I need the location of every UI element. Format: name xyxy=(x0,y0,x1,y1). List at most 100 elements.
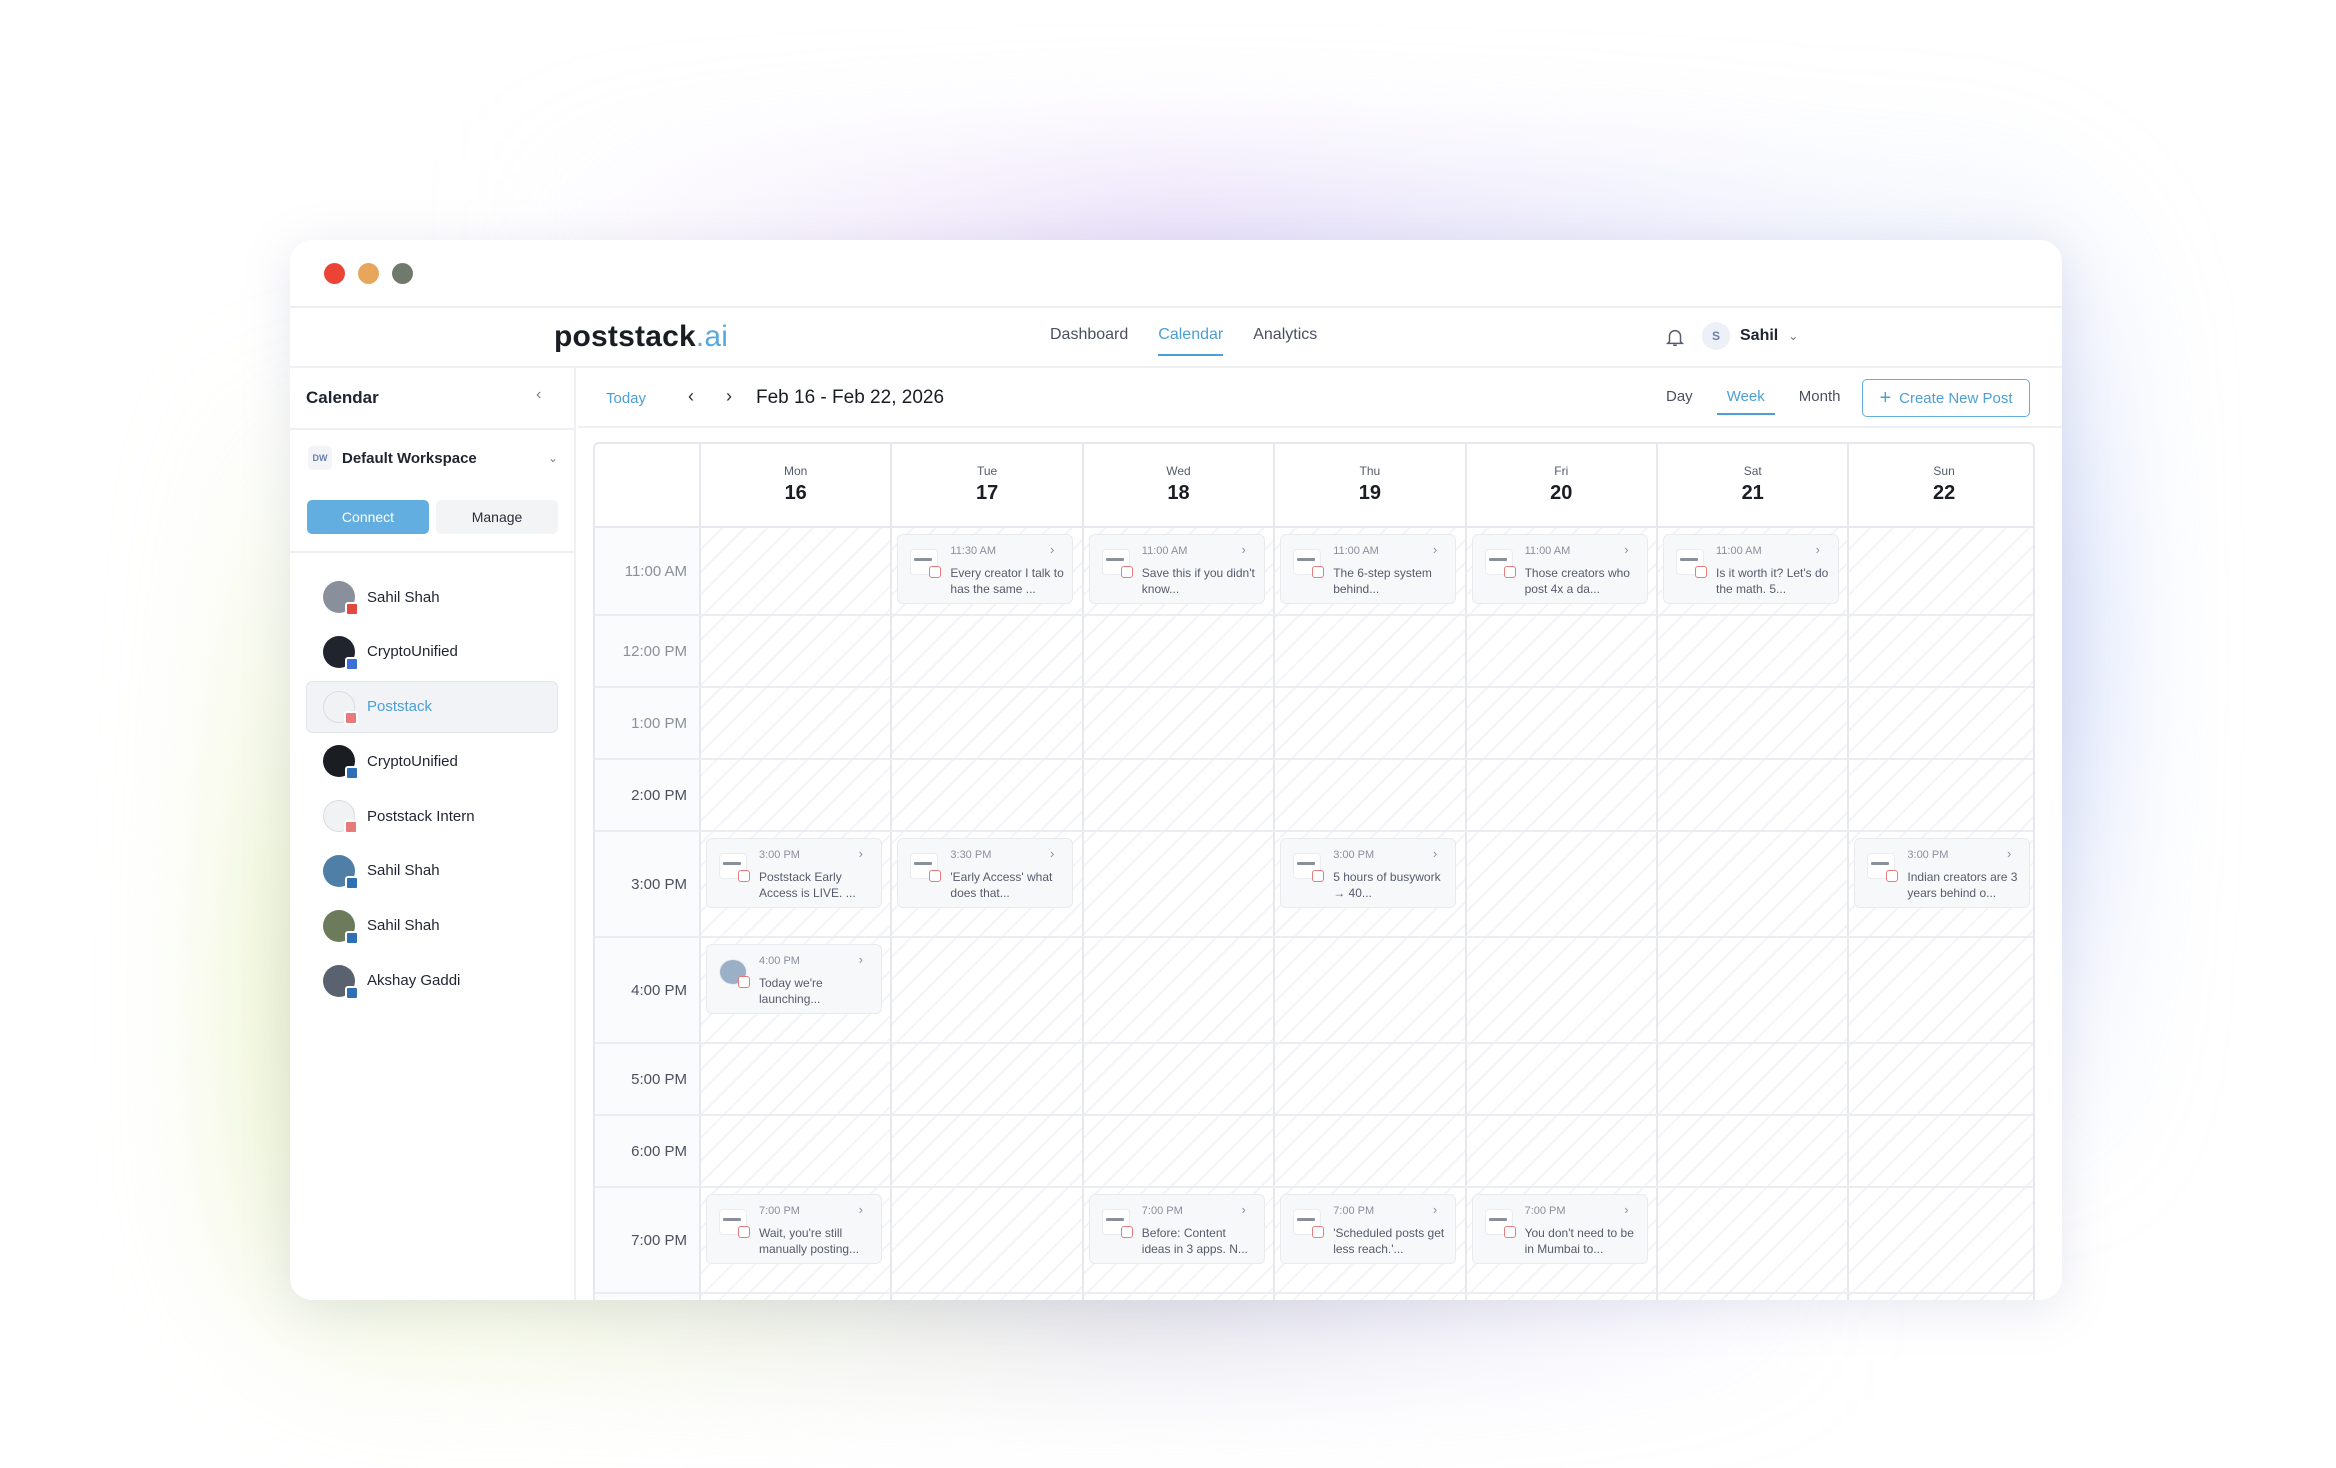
chevron-right-icon[interactable]: › xyxy=(1433,1202,1437,1217)
chevron-right-icon[interactable]: › xyxy=(859,1202,863,1217)
chevron-right-icon[interactable]: › xyxy=(1433,846,1437,861)
chevron-right-icon[interactable]: › xyxy=(1624,542,1628,557)
account-item[interactable]: Poststack Intern xyxy=(306,790,558,842)
post-thumbnail xyxy=(719,853,750,882)
collapse-sidebar-icon[interactable]: ‹ xyxy=(536,386,541,404)
account-item[interactable]: CryptoUnified xyxy=(306,626,558,678)
chevron-right-icon[interactable]: › xyxy=(1433,542,1437,557)
create-post-button[interactable]: + Create New Post xyxy=(1862,379,2030,417)
post-thumbnail xyxy=(1676,549,1707,578)
day-header: Wed 18 xyxy=(1081,444,1273,528)
post-card[interactable]: 11:00 AM › Is it worth it? Let's do the ma… xyxy=(1663,534,1839,604)
view-week[interactable]: Week xyxy=(1716,388,1775,415)
nav-analytics[interactable]: Analytics xyxy=(1253,326,1317,356)
post-thumbnail xyxy=(1101,549,1133,578)
chevron-right-icon[interactable]: › xyxy=(1241,542,1245,557)
today-button[interactable]: Today xyxy=(606,390,646,407)
brand-logo[interactable]: poststack.ai xyxy=(554,320,728,354)
instagram-icon xyxy=(1503,566,1516,578)
logo-mark xyxy=(1297,558,1316,561)
post-card[interactable]: 7:00 PM › You don't need to be in Mumbai t… xyxy=(1471,1194,1648,1264)
post-text: The 6-step system behind... xyxy=(1333,566,1432,596)
day-header: Fri 20 xyxy=(1464,444,1656,528)
account-item[interactable]: Sahil Shah xyxy=(306,845,558,897)
account-item[interactable]: Poststack xyxy=(306,680,558,733)
post-card[interactable]: 4:00 PM › Today we're launching... xyxy=(706,944,882,1014)
chevron-right-icon[interactable]: › xyxy=(1050,542,1054,557)
post-time: 4:00 PM xyxy=(759,955,800,967)
user-menu[interactable]: S Sahil ⌄ xyxy=(1702,322,1798,350)
post-card[interactable]: 7:00 PM › Before: Content ideas in 3 apps.… xyxy=(1088,1194,1265,1264)
week-grid: Mon 16 Tue 17 Wed 18 Thu 19 Fri 20 Sat 21 Sun 22 11:0… xyxy=(593,442,2035,1300)
window-titlebar xyxy=(290,240,2062,308)
day-header: Tue 17 xyxy=(890,444,1081,528)
day-date: 22 xyxy=(1932,482,1956,504)
logo-mark xyxy=(1297,1218,1316,1221)
top-nav: poststack.ai Dashboard Calendar Analytic… xyxy=(290,308,2062,368)
account-item[interactable]: Sahil Shah xyxy=(306,571,558,623)
maximize-window-button[interactable] xyxy=(392,263,413,284)
post-thumbnail xyxy=(719,1209,750,1238)
post-card[interactable]: 11:00 AM › The 6-step system behind... xyxy=(1280,534,1457,604)
post-card[interactable]: 3:00 PM › 5 hours of busywork → 40... xyxy=(1280,838,1457,908)
nav-dashboard[interactable]: Dashboard xyxy=(1050,326,1128,356)
account-item[interactable]: Sahil Shah xyxy=(306,900,558,952)
chevron-left-icon[interactable]: ‹ xyxy=(688,386,694,407)
post-text: Today we're launching... xyxy=(759,976,823,1006)
post-time: 3:00 PM xyxy=(1907,849,1949,861)
chevron-right-icon[interactable]: › xyxy=(726,386,732,407)
time-row xyxy=(595,1116,2033,1188)
chevron-right-icon[interactable]: › xyxy=(1816,542,1820,557)
logo-mark xyxy=(1297,862,1316,865)
minimize-window-button[interactable] xyxy=(358,263,379,284)
post-card[interactable]: 11:00 AM › Those creators who post 4x a da… xyxy=(1471,534,1648,604)
post-thumbnail xyxy=(910,853,942,882)
post-text: Indian creators are 3 years behind o... xyxy=(1907,870,2018,900)
view-day[interactable]: Day xyxy=(1666,388,1693,415)
day-date: 16 xyxy=(784,482,807,504)
workspace-name: Default Workspace xyxy=(342,449,477,467)
bell-icon[interactable] xyxy=(1664,326,1686,348)
instagram-icon xyxy=(344,710,358,725)
time-label: 1:00 PM xyxy=(631,715,687,732)
nav-calendar[interactable]: Calendar xyxy=(1158,326,1224,356)
avatar xyxy=(323,964,359,1000)
time-row xyxy=(595,616,2033,688)
account-name: Sahil Shah xyxy=(367,588,440,606)
post-text: You don't need to be in Mumbai to... xyxy=(1524,1226,1634,1256)
post-card[interactable]: 11:30 AM › Every creator I talk to has the… xyxy=(897,534,1074,604)
day-date: 19 xyxy=(1358,482,1381,504)
instagram-icon xyxy=(929,870,942,882)
chevron-right-icon[interactable]: › xyxy=(1624,1202,1628,1217)
post-thumbnail xyxy=(1484,1209,1516,1238)
account-item[interactable]: CryptoUnified xyxy=(306,735,558,787)
chevron-right-icon[interactable]: › xyxy=(859,846,863,861)
workspace-selector[interactable]: DW Default Workspace ⌄ xyxy=(308,446,558,470)
post-card[interactable]: 7:00 PM › Wait, you're still manually post… xyxy=(706,1194,882,1264)
time-label: 11:00 AM xyxy=(624,563,687,580)
post-card[interactable]: 3:00 PM › Indian creators are 3 years behi… xyxy=(1854,838,2031,908)
connect-button[interactable]: Connect xyxy=(307,500,429,534)
view-month[interactable]: Month xyxy=(1799,388,1841,415)
post-card[interactable]: 3:30 PM › 'Early Access' what does that... xyxy=(897,838,1074,908)
avatar xyxy=(323,854,359,890)
manage-button[interactable]: Manage xyxy=(436,500,558,534)
account-list: Sahil Shah CryptoUnified Poststack CryptoUn… xyxy=(306,571,558,1009)
close-window-button[interactable] xyxy=(324,263,345,284)
chevron-right-icon[interactable]: › xyxy=(1050,846,1054,861)
chevron-right-icon[interactable]: › xyxy=(859,952,863,967)
chevron-right-icon[interactable]: › xyxy=(1241,1202,1245,1217)
instagram-icon xyxy=(1695,566,1707,578)
post-text: Every creator I talk to has the same ... xyxy=(950,566,1064,596)
account-item[interactable]: Akshay Gaddi xyxy=(306,955,558,1007)
post-thumbnail xyxy=(1293,1209,1325,1238)
post-time: 7:00 PM xyxy=(1524,1205,1566,1217)
post-time: 11:30 AM xyxy=(950,545,997,557)
chevron-right-icon[interactable]: › xyxy=(2007,846,2011,861)
day-date: 18 xyxy=(1167,482,1190,504)
create-post-label: Create New Post xyxy=(1899,389,2013,407)
post-card[interactable]: 11:00 AM › Save this if you didn't know... xyxy=(1088,534,1265,604)
post-time: 3:00 PM xyxy=(1333,849,1375,861)
post-card[interactable]: 7:00 PM › 'Scheduled posts get less reach.… xyxy=(1280,1194,1457,1264)
post-card[interactable]: 3:00 PM › Poststack Early Access is LIVE. … xyxy=(706,838,882,908)
